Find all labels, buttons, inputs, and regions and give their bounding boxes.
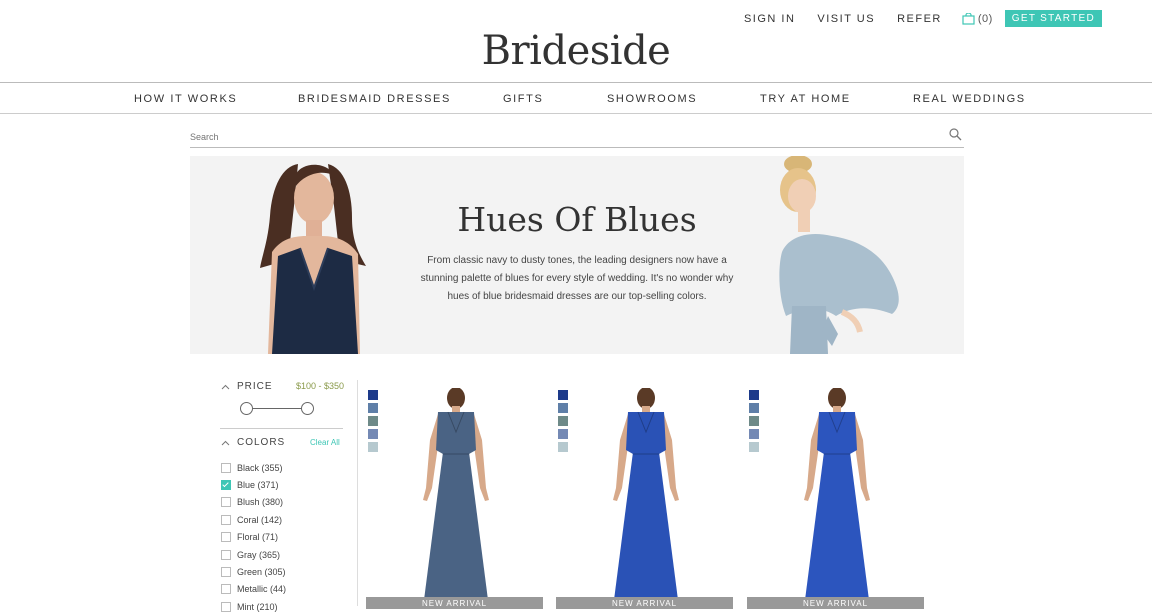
color-option-label: Black (355) [237, 462, 283, 473]
search-icon[interactable] [949, 128, 962, 141]
color-option-label: Mint (210) [237, 601, 278, 612]
model-light-blue-dress-image [779, 156, 899, 354]
product-card[interactable]: NEW ARRIVAL [747, 386, 924, 609]
price-filter-header[interactable]: PRICE [221, 381, 273, 392]
color-filter-option[interactable]: Black (355) [221, 459, 286, 476]
filter-divider [220, 428, 343, 429]
color-swatch[interactable] [558, 403, 568, 413]
color-option-label: Coral (142) [237, 514, 283, 525]
color-filter-option[interactable]: Gray (365) [221, 546, 286, 563]
color-swatch[interactable] [368, 390, 378, 400]
color-swatch[interactable] [368, 429, 378, 439]
color-checkbox[interactable] [221, 601, 231, 612]
colors-filter-label: COLORS [237, 437, 286, 448]
new-arrival-badge: NEW ARRIVAL [747, 597, 924, 609]
brand-logo[interactable]: Brideside [0, 28, 1152, 74]
color-filter-option[interactable]: Coral (142) [221, 511, 286, 528]
color-swatch[interactable] [558, 429, 568, 439]
cart-count: (0) [977, 12, 993, 25]
nav-try-at-home[interactable]: TRY AT HOME [760, 93, 851, 105]
color-checkbox[interactable] [221, 480, 231, 491]
model-navy-dress-image [260, 164, 366, 354]
color-checkbox[interactable] [221, 532, 231, 543]
color-swatches [368, 390, 378, 455]
color-swatch[interactable] [368, 442, 378, 452]
color-swatch[interactable] [368, 403, 378, 413]
color-filter-option[interactable]: Blush (380) [221, 494, 286, 511]
color-swatch[interactable] [558, 416, 568, 426]
color-swatch[interactable] [558, 442, 568, 452]
price-slider-track [246, 408, 308, 409]
main-nav: HOW IT WORKS BRIDESMAID DRESSES GIFTS SH… [0, 82, 1152, 114]
shopping-bag-icon [962, 12, 975, 25]
chevron-up-icon [221, 384, 230, 389]
color-checkbox[interactable] [221, 584, 231, 595]
color-filter-option[interactable]: Mint (210) [221, 598, 286, 615]
visit-us-link[interactable]: VISIT US [817, 13, 875, 25]
sidebar-divider [357, 380, 358, 606]
price-slider-min-handle[interactable] [240, 402, 253, 415]
dress-product-image[interactable] [777, 388, 897, 600]
utility-nav: SIGN IN VISIT US REFER (0) GET STARTED [722, 10, 1102, 27]
color-swatches [558, 390, 568, 455]
colors-filter-header[interactable]: COLORS [221, 437, 285, 448]
hero-banner: Hues Of Blues From classic navy to dusty… [190, 156, 964, 354]
price-range-value: $100 - $350 [296, 381, 345, 391]
product-card[interactable]: NEW ARRIVAL [556, 386, 733, 609]
nav-bridesmaid-dresses[interactable]: BRIDESMAID DRESSES [298, 93, 451, 105]
price-filter-label: PRICE [237, 381, 273, 392]
dress-product-image[interactable] [586, 388, 706, 600]
search-bar [190, 127, 964, 148]
search-input[interactable] [190, 132, 890, 142]
price-slider[interactable] [240, 402, 314, 416]
color-swatches [749, 390, 759, 455]
color-swatch[interactable] [558, 390, 568, 400]
color-filter-option[interactable]: Green (305) [221, 563, 286, 580]
chevron-up-icon [221, 440, 230, 445]
nav-showrooms[interactable]: SHOWROOMS [607, 93, 697, 105]
color-checkbox[interactable] [221, 497, 231, 508]
color-swatch[interactable] [749, 416, 759, 426]
color-checkbox[interactable] [221, 462, 231, 473]
color-swatch[interactable] [749, 442, 759, 452]
color-option-label: Gray (365) [237, 549, 281, 560]
new-arrival-badge: NEW ARRIVAL [556, 597, 733, 609]
cart-button[interactable]: (0) [962, 12, 993, 25]
get-started-button[interactable]: GET STARTED [1004, 10, 1102, 27]
dress-product-image[interactable] [396, 388, 516, 600]
new-arrival-badge: NEW ARRIVAL [366, 597, 543, 609]
nav-how-it-works[interactable]: HOW IT WORKS [134, 93, 237, 105]
color-option-label: Green (305) [237, 567, 286, 578]
nav-real-weddings[interactable]: REAL WEDDINGS [913, 93, 1026, 105]
refer-link[interactable]: REFER [897, 13, 942, 25]
color-checkbox[interactable] [221, 549, 231, 560]
price-slider-max-handle[interactable] [301, 402, 314, 415]
color-filter-option[interactable]: Blue (371) [221, 476, 286, 493]
color-option-label: Blue (371) [237, 480, 279, 491]
color-swatch[interactable] [749, 390, 759, 400]
color-checkbox[interactable] [221, 567, 231, 578]
color-checkbox[interactable] [221, 514, 231, 525]
color-swatch[interactable] [368, 416, 378, 426]
color-filter-option[interactable]: Metallic (44) [221, 581, 286, 598]
color-swatch[interactable] [749, 403, 759, 413]
color-option-label: Metallic (44) [237, 584, 287, 595]
color-option-label: Floral (71) [237, 532, 279, 543]
sign-in-link[interactable]: SIGN IN [744, 13, 795, 25]
color-option-label: Blush (380) [237, 497, 284, 508]
clear-all-link[interactable]: Clear All [310, 438, 340, 447]
banner-description: From classic navy to dusty tones, the le… [420, 255, 734, 302]
color-filter-option[interactable]: Floral (71) [221, 529, 286, 546]
nav-gifts[interactable]: GIFTS [503, 93, 543, 105]
color-swatch[interactable] [749, 429, 759, 439]
product-card[interactable]: NEW ARRIVAL [366, 386, 543, 609]
color-filter-list: Black (355) Blue (371) Blush (380) Coral (1… [221, 459, 286, 616]
